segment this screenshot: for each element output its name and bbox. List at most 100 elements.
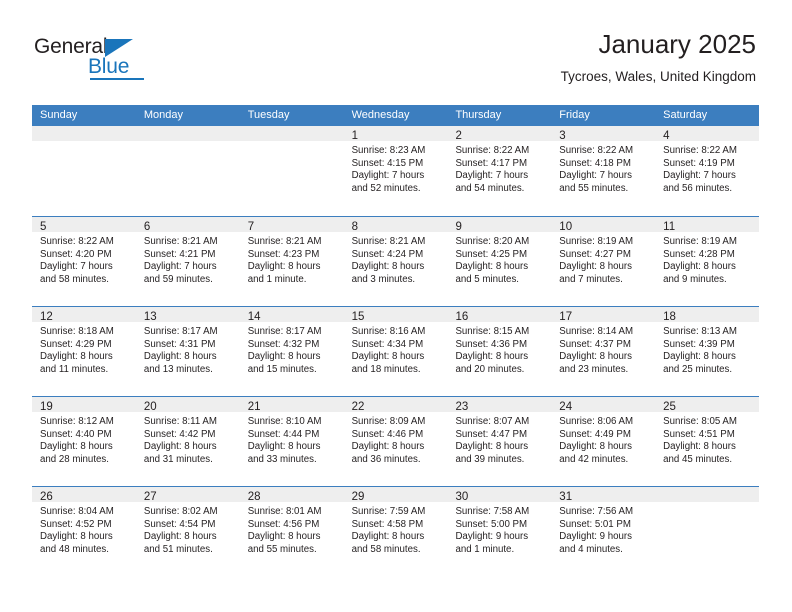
day-detail-line: Daylight: 8 hours xyxy=(559,351,632,363)
day-details: Sunrise: 8:21 AM Sunset: 4:21 PM Daylight:… xyxy=(136,232,240,286)
day-number: 19 xyxy=(40,401,53,413)
day-number-band: 3 xyxy=(551,126,656,142)
day-detail-line: Sunrise: 8:01 AM xyxy=(247,506,322,517)
day-cell-19[interactable]: 19 Sunrise: 8:12 AM Sunset: 4:40 PM Dayligh… xyxy=(32,397,136,486)
day-cell-20[interactable]: 20 Sunrise: 8:11 AM Sunset: 4:42 PM Dayligh… xyxy=(135,397,240,486)
day-cell-21[interactable]: 21 Sunrise: 8:10 AM Sunset: 4:44 PM Dayligh… xyxy=(239,397,344,486)
day-cell-2[interactable]: 2 Sunrise: 8:22 AM Sunset: 4:17 PM Daylight… xyxy=(447,126,552,216)
day-cell-15[interactable]: 15 Sunrise: 8:16 AM Sunset: 4:34 PM Dayligh… xyxy=(343,307,448,396)
day-cell-29[interactable]: 29 Sunrise: 7:59 AM Sunset: 4:58 PM Dayligh… xyxy=(343,487,448,576)
day-number-band: 31 xyxy=(551,487,656,503)
day-details: Sunrise: 8:14 AM Sunset: 4:37 PM Daylight:… xyxy=(551,322,655,376)
calendar-week-row: 26 Sunrise: 8:04 AM Sunset: 4:52 PM Dayligh… xyxy=(32,486,760,576)
day-detail-line: Sunset: 4:32 PM xyxy=(247,338,320,350)
day-number: 14 xyxy=(247,311,261,323)
day-number-band: 27 xyxy=(135,487,240,503)
day-detail-line: and 1 minute. xyxy=(247,273,307,285)
day-cell-14[interactable]: 14 Sunrise: 8:17 AM Sunset: 4:32 PM Dayligh… xyxy=(239,307,344,396)
day-detail-line: Daylight: 8 hours xyxy=(351,351,425,363)
day-detail-line: Sunrise: 8:22 AM xyxy=(40,236,114,247)
day-detail-line: Sunrise: 8:13 AM xyxy=(663,326,737,337)
day-detail-line: Sunrise: 8:15 AM xyxy=(455,326,530,337)
day-details: Sunrise: 8:12 AM Sunset: 4:40 PM Daylight:… xyxy=(32,412,136,466)
day-number-band: 24 xyxy=(551,397,656,413)
day-cell-4[interactable]: 4 Sunrise: 8:22 AM Sunset: 4:19 PM Daylight… xyxy=(655,126,760,216)
day-detail-line: Sunrise: 8:16 AM xyxy=(351,326,426,337)
day-detail-line: and 58 minutes. xyxy=(40,273,109,285)
day-detail-line: Daylight: 8 hours xyxy=(40,351,113,363)
day-number-band: 29 xyxy=(343,487,448,503)
day-cell-27[interactable]: 27 Sunrise: 8:02 AM Sunset: 4:54 PM Dayligh… xyxy=(135,487,240,576)
day-cell-9[interactable]: 9 Sunrise: 8:20 AM Sunset: 4:25 PM Daylight… xyxy=(447,217,552,306)
day-cell-7[interactable]: 7 Sunrise: 8:21 AM Sunset: 4:23 PM Daylight… xyxy=(239,217,344,306)
day-number: 31 xyxy=(559,491,573,503)
day-detail-line: Sunset: 4:54 PM xyxy=(143,518,216,530)
day-number-band: 9 xyxy=(447,217,552,233)
day-number: 27 xyxy=(143,491,157,503)
day-cell-26[interactable]: 26 Sunrise: 8:04 AM Sunset: 4:52 PM Dayligh… xyxy=(32,487,136,576)
day-details: Sunrise: 8:11 AM Sunset: 4:42 PM Daylight:… xyxy=(136,412,240,466)
day-cell-23[interactable]: 23 Sunrise: 8:07 AM Sunset: 4:47 PM Dayligh… xyxy=(447,397,552,486)
day-details: Sunrise: 8:22 AM Sunset: 4:18 PM Daylight:… xyxy=(551,141,655,195)
day-details xyxy=(655,502,759,506)
day-detail-line: Daylight: 8 hours xyxy=(247,531,321,543)
day-cell-5[interactable]: 5 Sunrise: 8:22 AM Sunset: 4:20 PM Daylight… xyxy=(32,217,136,306)
day-cell-24[interactable]: 24 Sunrise: 8:06 AM Sunset: 4:49 PM Dayligh… xyxy=(551,397,656,486)
day-cell-17[interactable]: 17 Sunrise: 8:14 AM Sunset: 4:37 PM Dayligh… xyxy=(551,307,656,396)
day-number-band xyxy=(239,126,344,141)
day-number-band: 7 xyxy=(239,217,344,233)
day-number: 15 xyxy=(351,311,365,323)
day-detail-line: and 42 minutes. xyxy=(559,453,629,465)
day-detail-line: and 39 minutes. xyxy=(455,453,525,465)
day-detail-line: Daylight: 8 hours xyxy=(351,531,425,543)
day-cell-30[interactable]: 30 Sunrise: 7:58 AM Sunset: 5:00 PM Dayligh… xyxy=(447,487,552,576)
day-cell-11[interactable]: 11 Sunrise: 8:19 AM Sunset: 4:28 PM Dayligh… xyxy=(655,217,760,306)
day-detail-line: Sunrise: 8:22 AM xyxy=(455,145,530,156)
day-cell-28[interactable]: 28 Sunrise: 8:01 AM Sunset: 4:56 PM Dayligh… xyxy=(239,487,344,576)
day-cell-16[interactable]: 16 Sunrise: 8:15 AM Sunset: 4:36 PM Dayligh… xyxy=(447,307,552,396)
day-cell-6[interactable]: 6 Sunrise: 8:21 AM Sunset: 4:21 PM Daylight… xyxy=(135,217,240,306)
day-detail-line: Sunrise: 8:22 AM xyxy=(559,145,634,156)
day-cell-13[interactable]: 13 Sunrise: 8:17 AM Sunset: 4:31 PM Dayligh… xyxy=(135,307,240,396)
day-cell-31[interactable]: 31 Sunrise: 7:56 AM Sunset: 5:01 PM Dayligh… xyxy=(551,487,656,576)
weekday-header-sunday: Sunday xyxy=(40,109,78,121)
day-cell-10[interactable]: 10 Sunrise: 8:19 AM Sunset: 4:27 PM Dayligh… xyxy=(551,217,656,306)
day-number-band: 19 xyxy=(32,397,136,413)
day-number: 25 xyxy=(663,401,676,413)
day-cell-12[interactable]: 12 Sunrise: 8:18 AM Sunset: 4:29 PM Dayligh… xyxy=(32,307,136,396)
day-cell-22[interactable]: 22 Sunrise: 8:09 AM Sunset: 4:46 PM Dayligh… xyxy=(343,397,448,486)
day-details xyxy=(136,141,240,145)
day-detail-line: and 55 minutes. xyxy=(559,182,629,194)
day-detail-line: Sunset: 4:56 PM xyxy=(247,518,320,530)
day-details: Sunrise: 8:21 AM Sunset: 4:23 PM Daylight:… xyxy=(240,232,344,286)
day-number: 6 xyxy=(143,221,151,233)
title-block: January 2025 Tycroes, Wales, United King… xyxy=(561,28,756,86)
day-number: 13 xyxy=(143,311,157,323)
day-detail-line: and 1 minute. xyxy=(455,543,515,555)
day-details: Sunrise: 8:09 AM Sunset: 4:46 PM Daylight:… xyxy=(344,412,448,466)
day-detail-line: and 9 minutes. xyxy=(663,273,727,285)
day-detail-line: and 28 minutes. xyxy=(40,453,109,465)
day-cell-25[interactable]: 25 Sunrise: 8:05 AM Sunset: 4:51 PM Dayligh… xyxy=(655,397,760,486)
weekday-header-wednesday: Wednesday xyxy=(351,109,410,121)
day-cell-3[interactable]: 3 Sunrise: 8:22 AM Sunset: 4:18 PM Daylight… xyxy=(551,126,656,216)
day-detail-line: Daylight: 8 hours xyxy=(559,261,632,273)
day-number-band: 25 xyxy=(655,397,760,413)
day-number-band: 21 xyxy=(239,397,344,413)
day-number: 18 xyxy=(663,311,676,323)
day-detail-line: Sunrise: 8:21 AM xyxy=(247,236,322,247)
day-detail-line: and 25 minutes. xyxy=(663,363,733,375)
day-details: Sunrise: 7:59 AM Sunset: 4:58 PM Daylight:… xyxy=(344,502,448,556)
day-detail-line: and 59 minutes. xyxy=(143,273,213,285)
day-cell-18[interactable]: 18 Sunrise: 8:13 AM Sunset: 4:39 PM Dayligh… xyxy=(655,307,760,396)
day-number-band: 12 xyxy=(32,307,136,323)
day-detail-line: and 56 minutes. xyxy=(663,182,733,194)
day-details: Sunrise: 7:58 AM Sunset: 5:00 PM Daylight:… xyxy=(447,502,551,556)
day-detail-line: Daylight: 8 hours xyxy=(351,441,425,453)
day-detail-line: and 15 minutes. xyxy=(247,363,317,375)
day-number: 30 xyxy=(455,491,469,503)
day-cell-8[interactable]: 8 Sunrise: 8:21 AM Sunset: 4:24 PM Daylight… xyxy=(343,217,448,306)
day-detail-line: and 33 minutes. xyxy=(247,453,317,465)
day-cell-1[interactable]: 1 Sunrise: 8:23 AM Sunset: 4:15 PM Daylight… xyxy=(343,126,448,216)
day-number-band: 14 xyxy=(239,307,344,323)
